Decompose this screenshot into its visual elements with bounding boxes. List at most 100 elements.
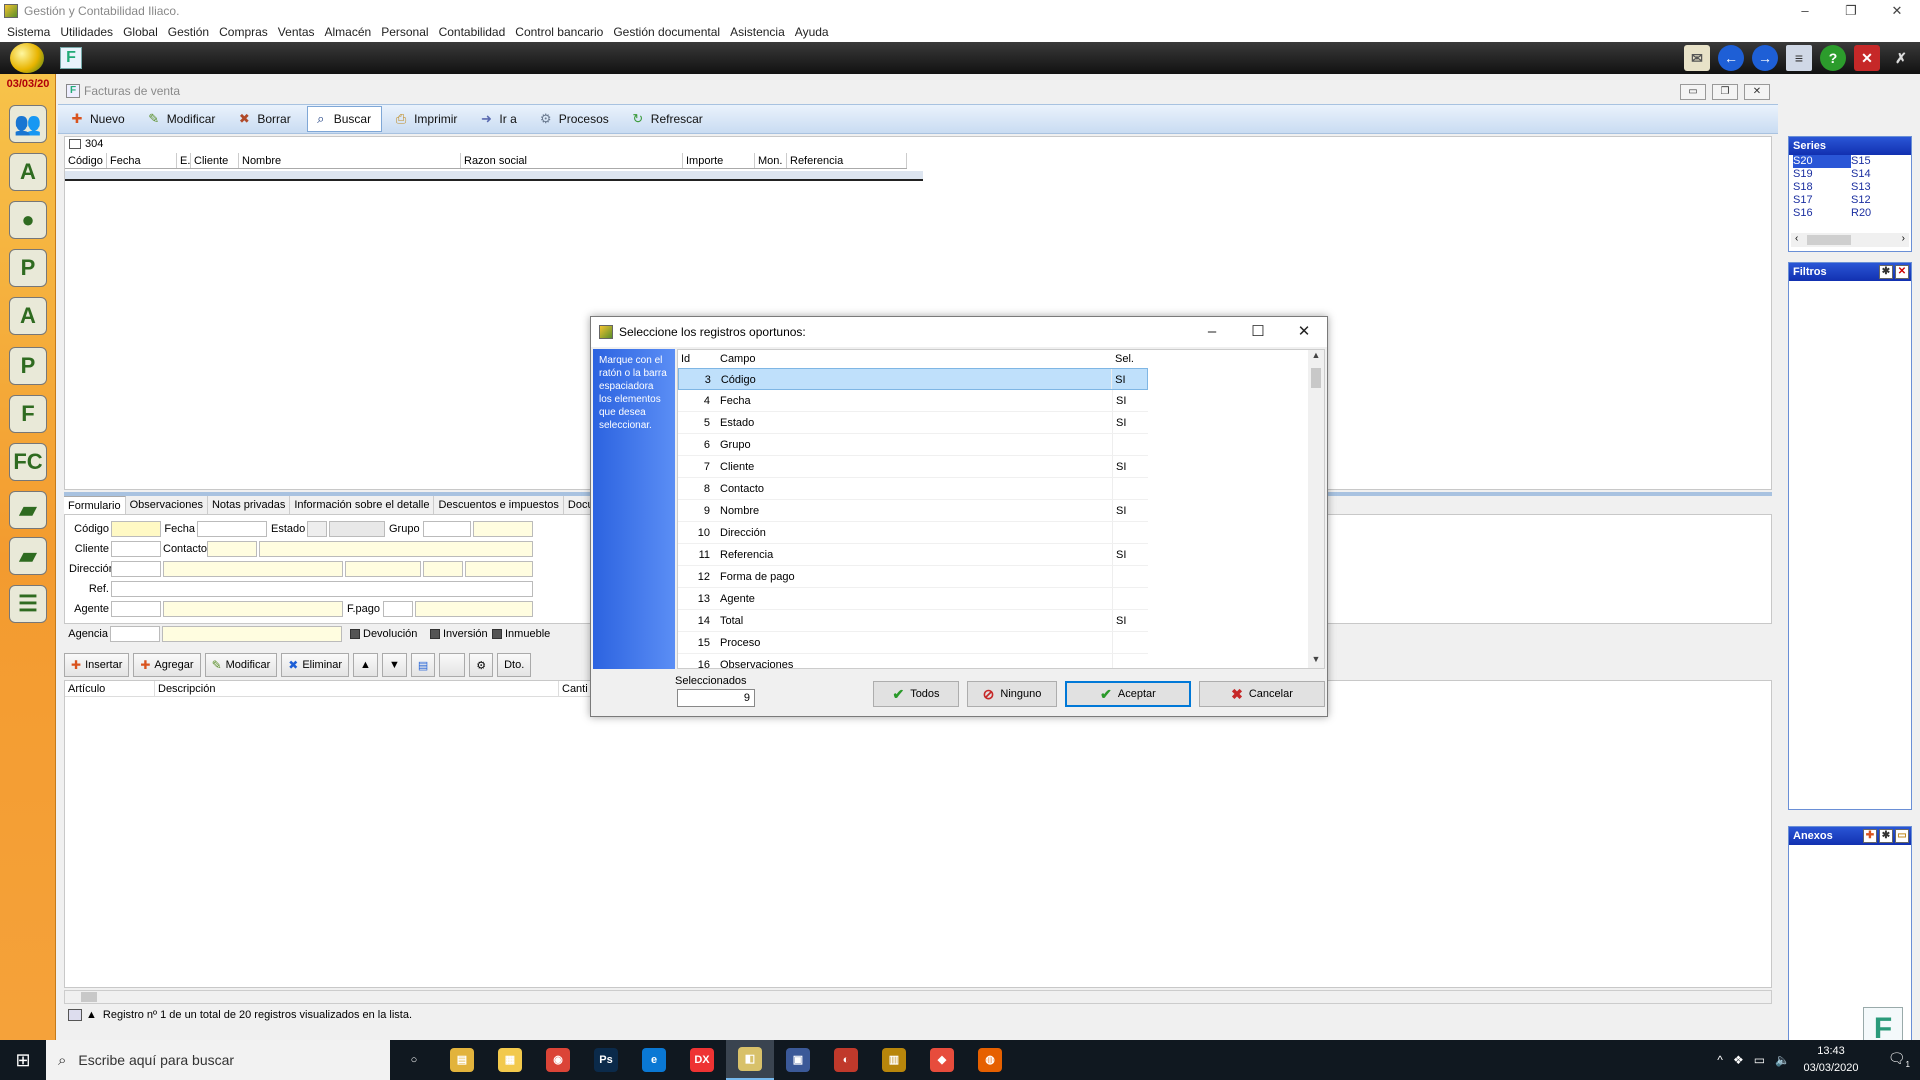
notifications-icon[interactable]: 🗨1 bbox=[1888, 1050, 1910, 1069]
series-item[interactable]: S20 bbox=[1793, 155, 1851, 168]
tab-formulario[interactable]: Formulario bbox=[64, 496, 126, 514]
dialog-maximize-button[interactable]: ☐ bbox=[1235, 317, 1281, 347]
scroll-down-icon[interactable]: ▼ bbox=[1308, 654, 1324, 668]
rail-list-button[interactable]: ☰ bbox=[6, 582, 50, 626]
series-item[interactable]: R20 bbox=[1851, 207, 1909, 220]
col-referencia[interactable]: Referencia bbox=[787, 153, 907, 168]
table-row[interactable]: 12 Forma de pago bbox=[678, 566, 1148, 588]
table-row[interactable]: 8 Contacto bbox=[678, 478, 1148, 500]
move-down-button[interactable]: ▼ bbox=[381, 653, 407, 677]
taskbar-photoshop-button[interactable]: Ps bbox=[582, 1040, 630, 1080]
move-up-button[interactable]: ▲ bbox=[353, 653, 378, 677]
menu-utilidades[interactable]: Utilidades bbox=[60, 25, 113, 39]
globe-logo-icon[interactable] bbox=[10, 43, 44, 73]
devolucion-checkbox[interactable]: Devolución bbox=[350, 628, 417, 640]
series-scrollbar[interactable]: ‹ › bbox=[1791, 233, 1909, 247]
imprimir-button[interactable]: ⎙ Imprimir bbox=[388, 106, 467, 132]
rail-person-button[interactable]: ● bbox=[6, 198, 50, 242]
taskbar-chrome-button[interactable]: ◉ bbox=[534, 1040, 582, 1080]
col-nombre[interactable]: Nombre bbox=[239, 153, 461, 168]
anexos-folder-icon[interactable]: ▭ bbox=[1895, 829, 1909, 843]
modificar-button[interactable]: ✎ Modificar bbox=[141, 106, 226, 132]
table-row[interactable]: 6 Grupo bbox=[678, 434, 1148, 456]
dropbox-icon[interactable]: ❖ bbox=[1733, 1053, 1744, 1067]
col-importe[interactable]: Importe bbox=[683, 153, 755, 168]
fields-scroll-thumb[interactable] bbox=[1311, 368, 1321, 388]
chevron-right-icon[interactable]: › bbox=[1902, 233, 1905, 244]
cancelar-button[interactable]: ✖ Cancelar bbox=[1199, 681, 1325, 707]
series-item[interactable]: S19 bbox=[1793, 168, 1851, 181]
col-estado[interactable]: E. bbox=[177, 153, 191, 168]
dialog-close-button[interactable]: ✕ bbox=[1281, 317, 1327, 347]
col-moneda[interactable]: Mon. bbox=[755, 153, 787, 168]
agencia-field[interactable] bbox=[110, 626, 160, 642]
agencia-desc-field[interactable] bbox=[162, 626, 342, 642]
mail-icon[interactable]: ✉ bbox=[1684, 45, 1710, 71]
table-row[interactable] bbox=[65, 171, 923, 181]
back-arrow-icon[interactable]: ← bbox=[1718, 45, 1744, 71]
series-item[interactable]: S17 bbox=[1793, 194, 1851, 207]
detail-grid[interactable]: Artículo Descripción Canti bbox=[64, 680, 1772, 988]
f-logo-icon[interactable]: F bbox=[60, 47, 82, 69]
eliminar-button[interactable]: ✖ Eliminar bbox=[281, 653, 350, 677]
rail-clients-button[interactable]: A bbox=[6, 150, 50, 194]
col-campo[interactable]: Campo bbox=[712, 350, 1112, 368]
col-descripcion[interactable]: Descripción bbox=[155, 681, 559, 696]
menu-almacen[interactable]: Almacén bbox=[325, 25, 372, 39]
table-row[interactable]: 11 Referencia SI bbox=[678, 544, 1148, 566]
nuevo-button[interactable]: ✚ Nuevo bbox=[64, 106, 135, 132]
agregar-button[interactable]: ✚ Agregar bbox=[133, 653, 201, 677]
clock[interactable]: 13:43 03/03/2020 bbox=[1796, 1043, 1866, 1077]
taskbar-folder-button[interactable]: ▤ bbox=[438, 1040, 486, 1080]
insertar-button[interactable]: ✚ Insertar bbox=[64, 653, 130, 677]
col-sel[interactable]: Sel. bbox=[1112, 350, 1148, 368]
table-row[interactable]: 5 Estado SI bbox=[678, 412, 1148, 434]
rail-fc-button[interactable]: FC bbox=[6, 440, 50, 484]
taskbar-app-gold-button[interactable]: ▥ bbox=[870, 1040, 918, 1080]
rail-person-a-button[interactable]: A bbox=[6, 294, 50, 338]
table-row[interactable]: 10 Dirección bbox=[678, 522, 1148, 544]
cliente-field[interactable] bbox=[111, 541, 161, 557]
contacto-field[interactable] bbox=[207, 541, 257, 557]
todos-button[interactable]: ✔ Todos bbox=[873, 681, 959, 707]
rail-box-button[interactable]: ▰ bbox=[6, 534, 50, 578]
anexos-tool-icon[interactable]: ✱ bbox=[1879, 829, 1893, 843]
tray-chevron-icon[interactable]: ^ bbox=[1717, 1053, 1723, 1067]
forward-arrow-icon[interactable]: → bbox=[1752, 45, 1778, 71]
windows-start-icon[interactable]: ⊞ bbox=[0, 1040, 46, 1080]
tab-observaciones[interactable]: Observaciones bbox=[126, 496, 208, 514]
contacto-desc-field[interactable] bbox=[259, 541, 533, 557]
taskbar-anydesk-button[interactable]: ◆ bbox=[918, 1040, 966, 1080]
modificar-detalle-button[interactable]: ✎ Modificar bbox=[204, 653, 278, 677]
table-row[interactable]: 4 Fecha SI bbox=[678, 390, 1148, 412]
document-button[interactable]: ▤ bbox=[410, 653, 436, 677]
rail-p-button[interactable]: P bbox=[6, 344, 50, 388]
refrescar-button[interactable]: ↻ Refrescar bbox=[625, 106, 713, 132]
close-all-icon[interactable]: ✕ bbox=[1854, 45, 1880, 71]
menu-asistencia[interactable]: Asistencia bbox=[730, 25, 785, 39]
series-item[interactable]: S12 bbox=[1851, 194, 1909, 207]
estado-code-field[interactable] bbox=[307, 521, 327, 537]
series-item[interactable]: S15 bbox=[1851, 155, 1909, 168]
procesos-button[interactable]: ⚙ Procesos bbox=[533, 106, 619, 132]
col-articulo[interactable]: Artículo bbox=[65, 681, 155, 696]
taskbar-search[interactable]: ⌕ Escribe aquí para buscar bbox=[46, 1040, 390, 1080]
menu-global[interactable]: Global bbox=[123, 25, 158, 39]
aceptar-button[interactable]: ✔ Aceptar bbox=[1065, 681, 1191, 707]
dialog-minimize-button[interactable]: – bbox=[1189, 317, 1235, 347]
child-minimize-button[interactable]: ▭ bbox=[1680, 84, 1706, 100]
filter-close-icon[interactable]: ✕ bbox=[1895, 265, 1909, 279]
codigo-field[interactable] bbox=[111, 521, 161, 537]
series-item[interactable]: S16 bbox=[1793, 207, 1851, 220]
cp-field[interactable] bbox=[423, 561, 463, 577]
series-item[interactable]: S14 bbox=[1851, 168, 1909, 181]
filter-tool-icon[interactable]: ✱ bbox=[1879, 265, 1893, 279]
rail-users-button[interactable]: 👥 bbox=[6, 102, 50, 146]
scroll-up-icon[interactable]: ▲ bbox=[1308, 350, 1324, 364]
table-row[interactable]: 7 Cliente SI bbox=[678, 456, 1148, 478]
rail-f-button[interactable]: F bbox=[6, 392, 50, 436]
rail-person-p-button[interactable]: P bbox=[6, 246, 50, 290]
col-razon-social[interactable]: Razon social bbox=[461, 153, 683, 168]
menu-gestion-documental[interactable]: Gestión documental bbox=[613, 25, 720, 39]
direccion-field[interactable] bbox=[111, 561, 161, 577]
